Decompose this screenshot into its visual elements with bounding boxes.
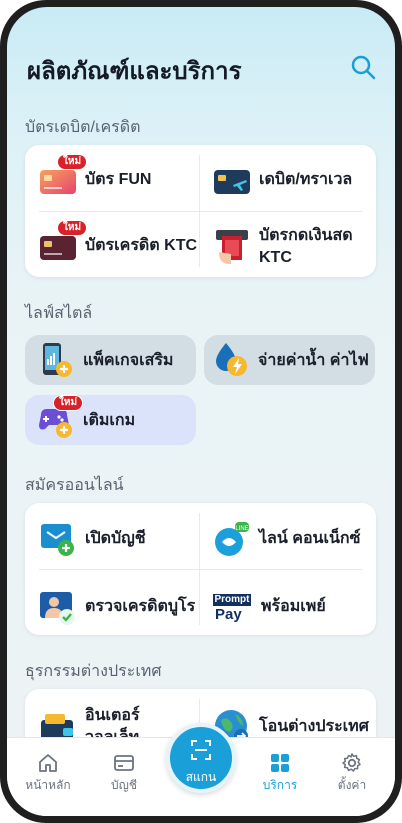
service-line-connect[interactable]: LINE ไลน์ คอนเน็กซ์ (213, 517, 373, 561)
game-topup-icon: ใหม่ (37, 395, 84, 439)
nav-label: บัญชี (111, 778, 137, 792)
section-title-online: สมัครออนไลน์ (25, 477, 124, 494)
service-label: บัตรกดเงินสด KTC (259, 227, 353, 266)
service-ktc-card[interactable]: ใหม่ บัตรเครดิต KTC (39, 220, 207, 267)
search-button[interactable] (349, 53, 377, 81)
service-game-topup[interactable]: ใหม่ เติมเกม (25, 395, 196, 445)
service-label: เปิดบัญชี (85, 530, 146, 547)
promptpay-logo-top: Prompt (213, 594, 251, 606)
scan-label: สแกน (185, 770, 217, 784)
nav-account[interactable]: บัญชี (89, 738, 159, 816)
nav-services[interactable]: บริการ (245, 738, 315, 816)
new-badge: ใหม่ (57, 220, 88, 236)
nav-label: บริการ (262, 778, 298, 792)
scan-button[interactable]: สแกน (166, 723, 236, 793)
service-label: จ่ายค่าน้ำ ค่าไฟ (258, 351, 369, 369)
new-badge: ใหม่ (57, 154, 88, 170)
credit-bureau-icon (39, 588, 77, 626)
service-label: โอนต่างประเทศ (259, 718, 369, 735)
open-account-icon (39, 520, 77, 558)
nav-home[interactable]: หน้าหลัก (13, 738, 83, 816)
cards-panel: ใหม่ บัตร FUN เดบิต/ทราเวล ใหม่ บัตรเครด… (25, 145, 376, 277)
line-connect-icon: LINE (213, 520, 251, 558)
phone-package-icon (37, 341, 75, 379)
header: ผลิตภัณฑ์และบริการ (7, 7, 395, 107)
nav-label: หน้าหลัก (25, 778, 71, 792)
service-label: ไลน์ คอนเน็กซ์ (259, 530, 361, 547)
service-promptpay[interactable]: Prompt Pay พร้อมเพย์ (213, 585, 373, 629)
home-icon (39, 754, 57, 772)
service-label: บัตร FUN (85, 171, 152, 188)
water-electric-icon (212, 341, 250, 379)
service-label: แพ็คเกจเสริม (83, 351, 174, 369)
services-grid-icon (271, 754, 289, 772)
service-open-account[interactable]: เปิดบัญชี (39, 517, 197, 561)
promptpay-logo-bottom: Pay (215, 606, 242, 623)
new-badge: ใหม่ (53, 395, 84, 411)
page-title: ผลิตภัณฑ์และบริการ (27, 58, 242, 85)
fun-card-icon: ใหม่ (39, 154, 88, 199)
nav-settings[interactable]: ตั้งค่า (317, 738, 387, 816)
svg-text:LINE: LINE (235, 526, 248, 532)
wallet-icon (114, 755, 134, 771)
phone-frame: ผลิตภัณฑ์และบริการ บัตรเดบิต/เครดิต ใหม่… (0, 0, 402, 823)
ktc-card-icon: ใหม่ (39, 220, 88, 265)
section-title-lifestyle: ไลฟ์สไตล์ (25, 305, 93, 322)
service-ktc-cash[interactable]: บัตรกดเงินสด KTC (213, 223, 373, 271)
online-panel: เปิดบัญชี LINE ไลน์ คอนเน็กซ์ ตรวจเครดิต… (25, 503, 376, 635)
search-icon (351, 55, 376, 80)
service-package[interactable]: แพ็คเกจเสริม (25, 335, 196, 385)
service-bill-pay[interactable]: จ่ายค่าน้ำ ค่าไฟ (204, 335, 375, 385)
settings-gear-icon (342, 753, 361, 772)
service-label: บัตรเครดิต KTC (85, 237, 198, 254)
section-title-cards: บัตรเดบิต/เครดิต (25, 119, 141, 136)
nav-label: ตั้งค่า (337, 778, 367, 792)
service-label: ตรวจเครดิตบูโร (85, 598, 196, 615)
app-screen: ผลิตภัณฑ์และบริการ บัตรเดบิต/เครดิต ใหม่… (7, 7, 395, 816)
travel-card-icon (213, 161, 251, 199)
service-fun-card[interactable]: ใหม่ บัตร FUN (39, 154, 197, 201)
scan-icon (191, 740, 211, 760)
section-title-international: ธุรกรรมต่างประเทศ (25, 663, 162, 680)
divider (39, 569, 362, 570)
service-label: พร้อมเพย์ (261, 598, 326, 615)
atm-cash-icon (213, 228, 251, 266)
promptpay-icon: Prompt Pay (213, 588, 253, 626)
divider (39, 211, 362, 212)
service-credit-bureau[interactable]: ตรวจเครดิตบูโร (39, 585, 197, 629)
service-label: เดบิต/ทราเวล (259, 171, 353, 188)
service-label: เติมเกม (83, 411, 136, 429)
service-travel-card[interactable]: เดบิต/ทราเวล (213, 159, 371, 201)
